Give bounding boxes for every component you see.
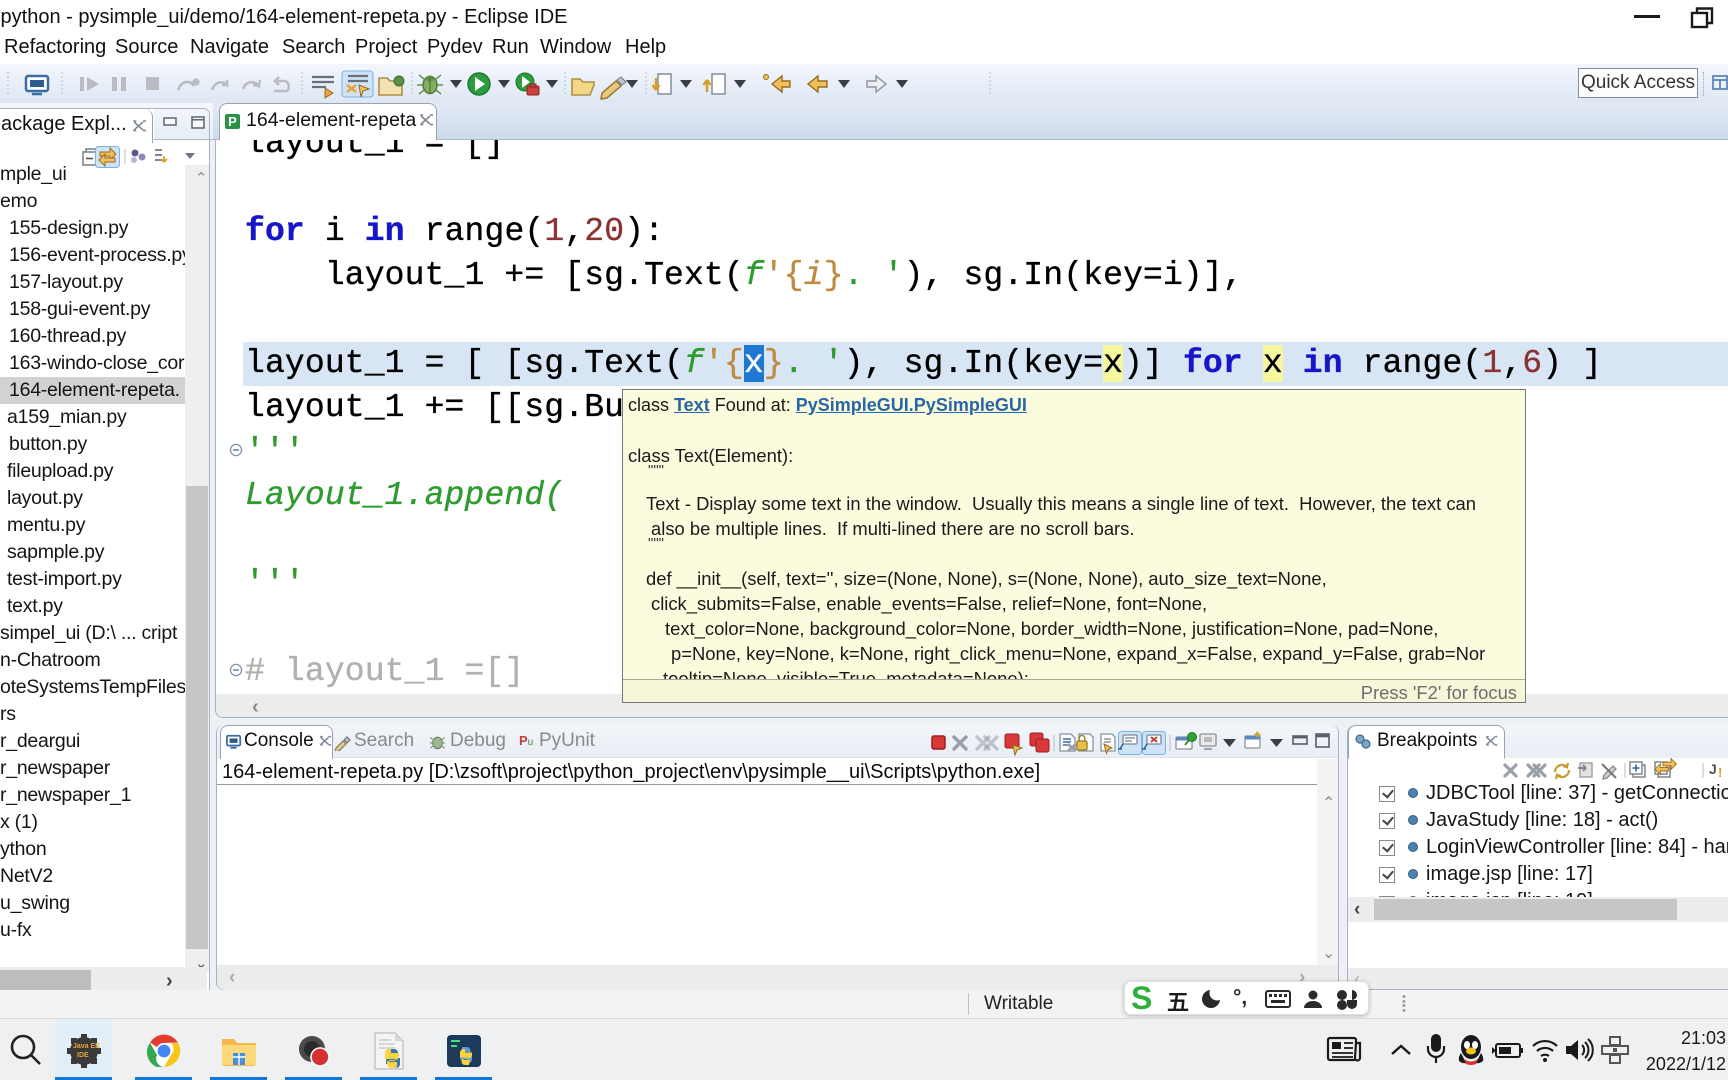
svg-text:Java EE: Java EE <box>73 1043 100 1050</box>
svg-text:!: ! <box>1718 765 1722 780</box>
svg-text:IDE: IDE <box>77 1052 89 1059</box>
svg-text:J: J <box>1709 761 1717 777</box>
